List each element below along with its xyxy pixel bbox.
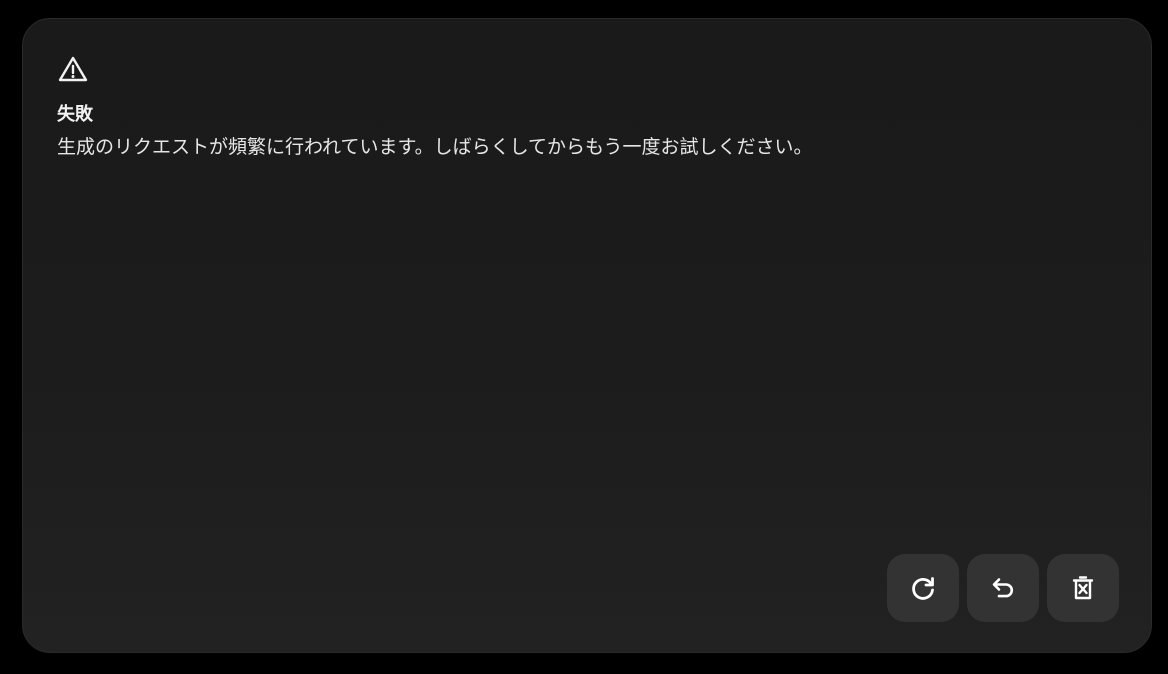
undo-icon bbox=[988, 573, 1018, 603]
retry-button[interactable] bbox=[887, 554, 959, 622]
error-card: 失敗 生成のリクエストが頻繁に行われています。しばらくしてからもう一度お試しくだ… bbox=[22, 18, 1152, 653]
delete-icon bbox=[1068, 573, 1098, 603]
undo-button[interactable] bbox=[967, 554, 1039, 622]
action-bar bbox=[887, 554, 1119, 622]
error-message: 生成のリクエストが頻繁に行われています。しばらくしてからもう一度お試しください。 bbox=[57, 136, 813, 158]
delete-button[interactable] bbox=[1047, 554, 1119, 622]
retry-icon bbox=[908, 573, 938, 603]
error-title: 失敗 bbox=[57, 104, 93, 125]
warning-triangle-icon bbox=[57, 55, 89, 83]
